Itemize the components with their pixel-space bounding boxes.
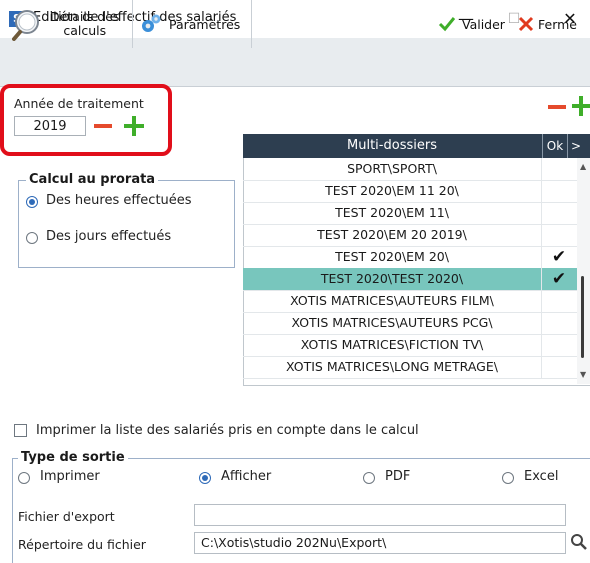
check-icon: [438, 17, 456, 32]
row-name: XOTIS MATRICES\AUTEURS PCG\: [243, 312, 542, 334]
scroll-down-icon[interactable]: ▼: [580, 370, 586, 379]
table-row[interactable]: TEST 2020\EM 20\ ✔: [243, 246, 577, 269]
table-row[interactable]: TEST 2020\TEST 2020\ ✔: [243, 268, 577, 291]
browse-search-icon[interactable]: [570, 533, 588, 551]
sortie-title: Type de sortie: [18, 450, 128, 465]
radio-imprimer-label: Imprimer: [40, 469, 100, 484]
row-name: TEST 2020\EM 11 20\: [243, 180, 542, 202]
row-ok-check[interactable]: [542, 290, 576, 312]
radio-afficher-label: Afficher: [221, 469, 272, 484]
row-name: XOTIS MATRICES\LONG METRAGE\: [243, 356, 542, 378]
scroll-thumb[interactable]: [581, 276, 584, 358]
row-ok-check[interactable]: [542, 356, 576, 378]
export-dir-input[interactable]: C:\Xotis\studio 202Nu\Export\: [194, 532, 566, 554]
valider-button[interactable]: Valider: [436, 0, 516, 48]
row-ok-check[interactable]: [542, 312, 576, 334]
row-name: TEST 2020\EM 20\: [243, 246, 542, 268]
grid-header-ok[interactable]: Ok: [542, 134, 567, 158]
radio-pdf-label: PDF: [385, 469, 411, 484]
year-highlight-frame: [0, 84, 172, 156]
export-file-label: Fichier d'export: [18, 509, 115, 524]
row-name: SPORT\SPORT\: [243, 158, 542, 180]
params-label: Paramètres: [169, 16, 241, 32]
radio-pdf[interactable]: [363, 472, 375, 484]
export-dir-label: Répertoire du fichier: [18, 537, 146, 552]
grid-header: Multi-dossiers Ok >: [243, 134, 590, 158]
radio-excel[interactable]: [502, 472, 514, 484]
print-list-label: Imprimer la liste des salariés pris en c…: [36, 423, 419, 438]
radio-excel-label: Excel: [524, 469, 559, 484]
valider-label: Valider: [462, 16, 505, 32]
grid-header-name[interactable]: Multi-dossiers: [243, 134, 541, 158]
table-row[interactable]: XOTIS MATRICES\AUTEURS PCG\: [243, 312, 577, 335]
row-ok-check[interactable]: [542, 158, 576, 180]
table-row[interactable]: TEST 2020\EM 20 2019\: [243, 224, 577, 247]
magnifier-icon: [12, 10, 39, 41]
row-ok-check[interactable]: [542, 334, 576, 356]
scroll-up-icon[interactable]: ▲: [580, 162, 586, 171]
details-calculs-button[interactable]: Détails des calculs: [8, 0, 133, 48]
grid-add-icon[interactable]: [572, 96, 590, 116]
radio-hours[interactable]: [26, 196, 38, 208]
fermer-label: Ferme: [538, 16, 577, 32]
prorata-title: Calcul au prorata: [26, 172, 159, 187]
radio-days-label: Des jours effectués: [46, 229, 172, 244]
row-ok-check[interactable]: ✔: [542, 268, 576, 290]
table-row[interactable]: XOTIS MATRICES\LONG METRAGE\: [243, 356, 577, 379]
table-row[interactable]: TEST 2020\EM 11\: [243, 202, 577, 225]
parametres-button[interactable]: Paramètres: [133, 0, 252, 48]
radio-afficher[interactable]: [199, 472, 211, 484]
table-row[interactable]: XOTIS MATRICES\AUTEURS FILM\: [243, 290, 577, 313]
row-name: XOTIS MATRICES\FICTION TV\: [243, 334, 542, 356]
table-row[interactable]: XOTIS MATRICES\FICTION TV\: [243, 334, 577, 357]
radio-hours-label: Des heures effectuées: [46, 193, 192, 208]
row-name: XOTIS MATRICES\AUTEURS FILM\: [243, 290, 542, 312]
grid-remove-icon[interactable]: [548, 105, 566, 109]
grid-header-more[interactable]: >: [567, 134, 590, 158]
gears-icon: [142, 14, 161, 32]
export-file-input[interactable]: [194, 504, 566, 526]
row-ok-check[interactable]: [542, 202, 576, 224]
details-label: Détails des calculs: [50, 9, 120, 38]
print-list-checkbox[interactable]: [14, 424, 27, 437]
row-ok-check[interactable]: ✔: [542, 246, 576, 268]
row-ok-check[interactable]: [542, 224, 576, 246]
radio-imprimer[interactable]: [18, 472, 30, 484]
row-name: TEST 2020\TEST 2020\: [243, 268, 542, 290]
radio-days[interactable]: [26, 232, 38, 244]
table-row[interactable]: SPORT\SPORT\: [243, 158, 577, 181]
row-ok-check[interactable]: [542, 180, 576, 202]
table-row[interactable]: TEST 2020\EM 11 20\: [243, 180, 577, 203]
close-x-icon: [518, 16, 534, 32]
fermer-button[interactable]: Ferme: [518, 0, 590, 48]
row-name: TEST 2020\EM 20 2019\: [243, 224, 542, 246]
row-name: TEST 2020\EM 11\: [243, 202, 542, 224]
